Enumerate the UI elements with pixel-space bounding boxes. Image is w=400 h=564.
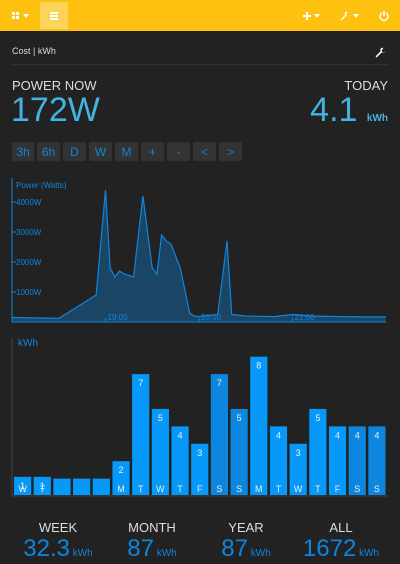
kwh-bar-day: T (138, 484, 144, 494)
today-value: 4.1 (310, 91, 358, 129)
top-toolbar (0, 0, 400, 31)
summary-3-value: 1672 (302, 535, 357, 562)
summary-3-value-group: 1672 kWh (291, 535, 391, 563)
kwh-bar-day: T (40, 484, 46, 494)
kwh-bar (250, 356, 268, 495)
kwh-bar-day: M (255, 484, 263, 494)
kwh-bar-day: W (294, 484, 303, 494)
y-tick-label: 3000W (16, 228, 42, 237)
kwh-bar-value: 4 (178, 430, 183, 440)
kwh-bar-day: W (18, 484, 27, 494)
summary-1-value-group: 87 kWh (102, 535, 202, 563)
kwh-bar-value: 5 (315, 413, 320, 423)
range-button-3[interactable]: W (89, 142, 112, 161)
kwh-bar-day: F (197, 484, 203, 494)
add-menu-button[interactable] (298, 2, 324, 29)
power-area (12, 190, 386, 322)
grid-icon (11, 11, 19, 19)
kwh-bar-value: 7 (217, 378, 222, 388)
power-now-value: 172W (11, 91, 100, 129)
summary-2-value-group: 87 kWh (196, 535, 296, 563)
power-chart[interactable]: Power (Watts)1000W2000W3000W4000W19:00 20… (10, 176, 390, 326)
chevron-down-icon (313, 13, 320, 18)
y-tick-label: 1000W (16, 288, 42, 297)
list-icon (50, 11, 58, 20)
kwh-bar (210, 374, 229, 495)
kwh-bar-day: S (236, 484, 242, 494)
today-unit: kWh (366, 113, 388, 124)
kwh-bar-day: T (276, 484, 282, 494)
kwh-bar-value: 5 (237, 413, 242, 423)
logout-button[interactable] (374, 2, 394, 29)
kwh-bar-day: W (156, 484, 165, 494)
range-button-1[interactable]: 6h (37, 142, 60, 161)
summary-1-label: MONTH (128, 520, 176, 535)
range-button-7[interactable]: < (193, 142, 216, 161)
summary-3-label: ALL (329, 520, 353, 535)
wrench-icon (375, 47, 386, 58)
kwh-bar-value: 2 (119, 465, 124, 475)
kwh-bar-day: S (374, 484, 380, 494)
power-line (11, 189, 387, 320)
range-button-5[interactable]: + (141, 142, 164, 161)
apps-menu-button[interactable] (6, 2, 34, 29)
kwh-bar (132, 374, 150, 495)
wrench-icon (340, 11, 349, 20)
summary-0-value: 32.3 (23, 535, 70, 562)
kwh-bar-value: 3 (197, 448, 202, 458)
config-button[interactable] (375, 45, 386, 63)
kwh-bar-day: T (177, 484, 183, 494)
summary-0-label: WEEK (38, 520, 78, 535)
kwh-bar-value: 4 (335, 430, 340, 440)
kwh-bar-value: 8 (256, 361, 261, 371)
summary-2-label: YEAR (228, 520, 264, 535)
kwh-bar (53, 478, 71, 495)
today-value-group: 4.1 kWh (310, 91, 388, 130)
kwh-bar-day: F (335, 484, 341, 494)
kwh-bar-value: 4 (355, 430, 360, 440)
kwh-bar-value: 7 (138, 378, 143, 388)
page-title: Cost | kWh (12, 46, 56, 56)
chart-y-label: kWh (18, 338, 38, 349)
summary-3-unit: kWh (356, 548, 380, 559)
summary-2-unit: kWh (247, 548, 271, 559)
chart-y-label: Power (Watts) (16, 181, 67, 190)
kwh-bar-chart[interactable]: kWh1W 1T2M7T5W4T3F7S5S8M4T3W5T4F4S4S (10, 334, 390, 502)
summary-2-value: 87 (221, 535, 248, 562)
kwh-bar-day: S (354, 484, 360, 494)
chevron-down-icon (352, 13, 359, 18)
kwh-bar (73, 478, 91, 495)
summary-1-value: 87 (127, 535, 154, 562)
summary-1-unit: kWh (153, 548, 177, 559)
y-tick-label: 2000W (16, 258, 42, 267)
summary-0-value-group: 32.3 kWh (8, 535, 108, 563)
divider (12, 64, 388, 65)
kwh-bar-value: 3 (296, 448, 301, 458)
kwh-bar (92, 478, 110, 495)
power-icon (379, 10, 389, 21)
plus-icon (302, 11, 311, 20)
kwh-bar-day: M (117, 484, 125, 494)
kwh-bar-value: 5 (158, 413, 163, 423)
range-button-6[interactable]: - (167, 142, 190, 161)
list-view-button[interactable] (40, 2, 68, 29)
kwh-bar-day: S (216, 484, 222, 494)
range-button-0[interactable]: 3h (12, 142, 34, 161)
kwh-bar-day: T (315, 484, 321, 494)
kwh-bar-value: 4 (374, 430, 379, 440)
setup-menu-button[interactable] (336, 2, 362, 29)
range-button-4[interactable]: M (115, 142, 138, 161)
chevron-down-icon (22, 13, 29, 18)
kwh-bar-value: 4 (276, 430, 281, 440)
y-tick-label: 4000W (16, 198, 42, 207)
range-button-2[interactable]: D (63, 142, 86, 161)
range-button-8[interactable]: > (219, 142, 242, 161)
summary-0-unit: kWh (69, 548, 93, 559)
